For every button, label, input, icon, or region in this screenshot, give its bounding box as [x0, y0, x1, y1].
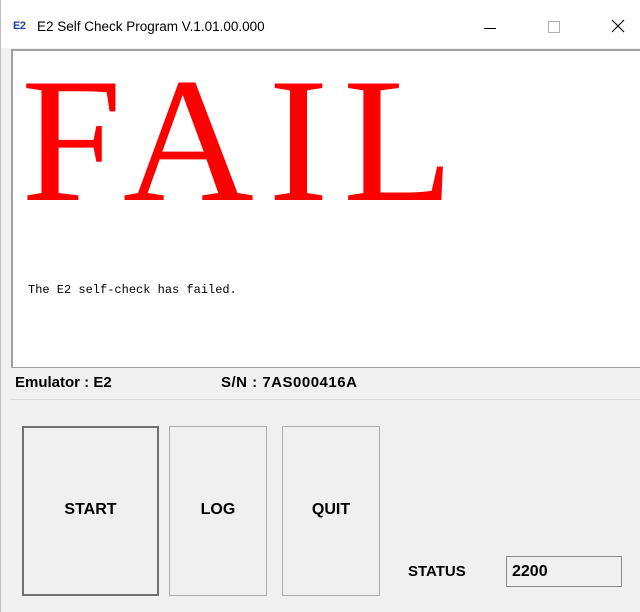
app-logo-icon: E2: [13, 20, 26, 32]
result-message: The E2 self-check has failed.: [28, 283, 237, 297]
start-button[interactable]: START: [22, 426, 159, 596]
window-title: E2 Self Check Program V.1.01.00.000: [37, 19, 265, 34]
minimize-button[interactable]: [467, 0, 513, 48]
log-button-label: LOG: [200, 501, 236, 518]
close-button[interactable]: [595, 0, 640, 48]
log-button[interactable]: LOG: [169, 426, 267, 596]
minimize-icon: [484, 28, 496, 29]
emulator-label: Emulator : E2: [15, 374, 112, 391]
serial-number-label: S/N : 7AS000416A: [221, 374, 358, 391]
maximize-icon: [548, 21, 560, 33]
quit-button-label: QUIT: [311, 501, 351, 518]
start-button-label: START: [64, 501, 117, 518]
status-label: STATUS: [408, 563, 466, 580]
quit-button[interactable]: QUIT: [282, 426, 380, 596]
title-bar[interactable]: E2 E2 Self Check Program V.1.01.00.000: [1, 0, 640, 48]
maximize-button[interactable]: [531, 0, 577, 48]
app-window: E2 E2 Self Check Program V.1.01.00.000 F…: [0, 0, 640, 612]
status-value-field: 2200: [506, 556, 622, 587]
close-icon: [611, 19, 625, 33]
result-panel: FAIL The E2 self-check has failed.: [11, 49, 640, 367]
device-info-bar: Emulator : E2 S/N : 7AS000416A: [11, 367, 640, 400]
result-headline: FAIL: [21, 49, 469, 239]
